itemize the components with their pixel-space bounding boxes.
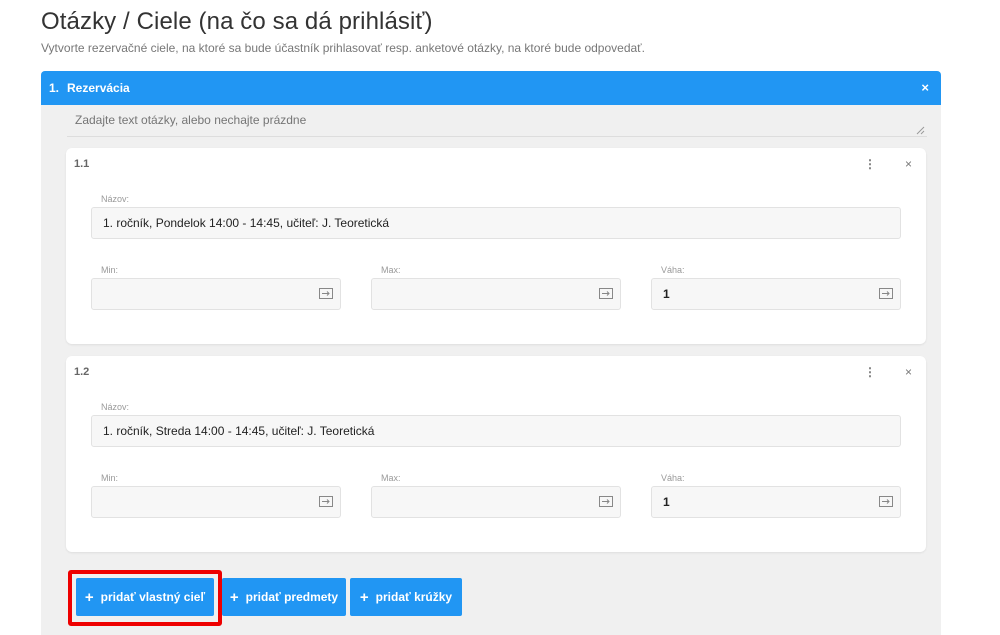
plus-icon: + — [84, 588, 94, 606]
min-label: Min: — [101, 473, 119, 483]
goal-id: 1.1 — [74, 158, 90, 170]
weight-value: 1 — [663, 287, 670, 301]
min-input[interactable] — [91, 486, 341, 518]
min-label: Min: — [101, 265, 119, 275]
page-subtitle: Vytvorte rezervačné ciele, na ktoré sa b… — [41, 41, 646, 55]
plus-icon: + — [359, 588, 369, 606]
add-custom-goal-label: pridať vlastný cieľ — [100, 590, 206, 604]
question-text-input[interactable] — [67, 109, 927, 137]
weight-value: 1 — [663, 495, 670, 509]
weight-input[interactable]: 1 — [651, 278, 901, 310]
goal-id: 1.2 — [74, 366, 90, 378]
goal-card: 1.2 ⋮ × Názov: 1. ročník, Streda 14:00 -… — [66, 356, 926, 552]
add-clubs-label: pridať krúžky — [375, 590, 453, 604]
more-vertical-icon[interactable]: ⋮ — [864, 157, 876, 171]
weight-label: Váha: — [661, 265, 685, 275]
close-goal-icon[interactable]: × — [905, 365, 912, 379]
add-subjects-label: pridať predmety — [245, 590, 339, 604]
question-panel: 1. Rezervácia × 1.1 ⋮ × Názov: 1. ročník… — [41, 71, 941, 635]
weight-label: Váha: — [661, 473, 685, 483]
add-subjects-button[interactable]: + pridať predmety — [222, 578, 346, 616]
enter-arrow-icon[interactable] — [879, 288, 893, 299]
page-title: Otázky / Ciele (na čo sa dá prihlásiť) — [41, 8, 433, 35]
weight-input[interactable]: 1 — [651, 486, 901, 518]
max-label: Max: — [381, 473, 401, 483]
enter-arrow-icon[interactable] — [319, 288, 333, 299]
question-header: 1. Rezervácia × — [41, 71, 941, 105]
name-label: Názov: — [101, 402, 130, 412]
question-title: Rezervácia — [67, 81, 130, 95]
close-question-icon[interactable]: × — [921, 80, 929, 95]
goal-name-input[interactable]: 1. ročník, Pondelok 14:00 - 14:45, učite… — [91, 207, 901, 239]
question-number: 1. — [49, 81, 60, 95]
enter-arrow-icon[interactable] — [599, 496, 613, 507]
max-label: Max: — [381, 265, 401, 275]
plus-icon: + — [229, 588, 239, 606]
max-input[interactable] — [371, 486, 621, 518]
add-clubs-button[interactable]: + pridať krúžky — [350, 578, 462, 616]
add-custom-goal-button[interactable]: + pridať vlastný cieľ — [76, 578, 214, 616]
resize-grip-icon[interactable] — [916, 126, 925, 135]
enter-arrow-icon[interactable] — [599, 288, 613, 299]
goal-card: 1.1 ⋮ × Názov: 1. ročník, Pondelok 14:00… — [66, 148, 926, 344]
more-vertical-icon[interactable]: ⋮ — [864, 365, 876, 379]
min-input[interactable] — [91, 278, 341, 310]
goal-name-input[interactable]: 1. ročník, Streda 14:00 - 14:45, učiteľ:… — [91, 415, 901, 447]
enter-arrow-icon[interactable] — [319, 496, 333, 507]
enter-arrow-icon[interactable] — [879, 496, 893, 507]
name-label: Názov: — [101, 194, 130, 204]
max-input[interactable] — [371, 278, 621, 310]
close-goal-icon[interactable]: × — [905, 157, 912, 171]
